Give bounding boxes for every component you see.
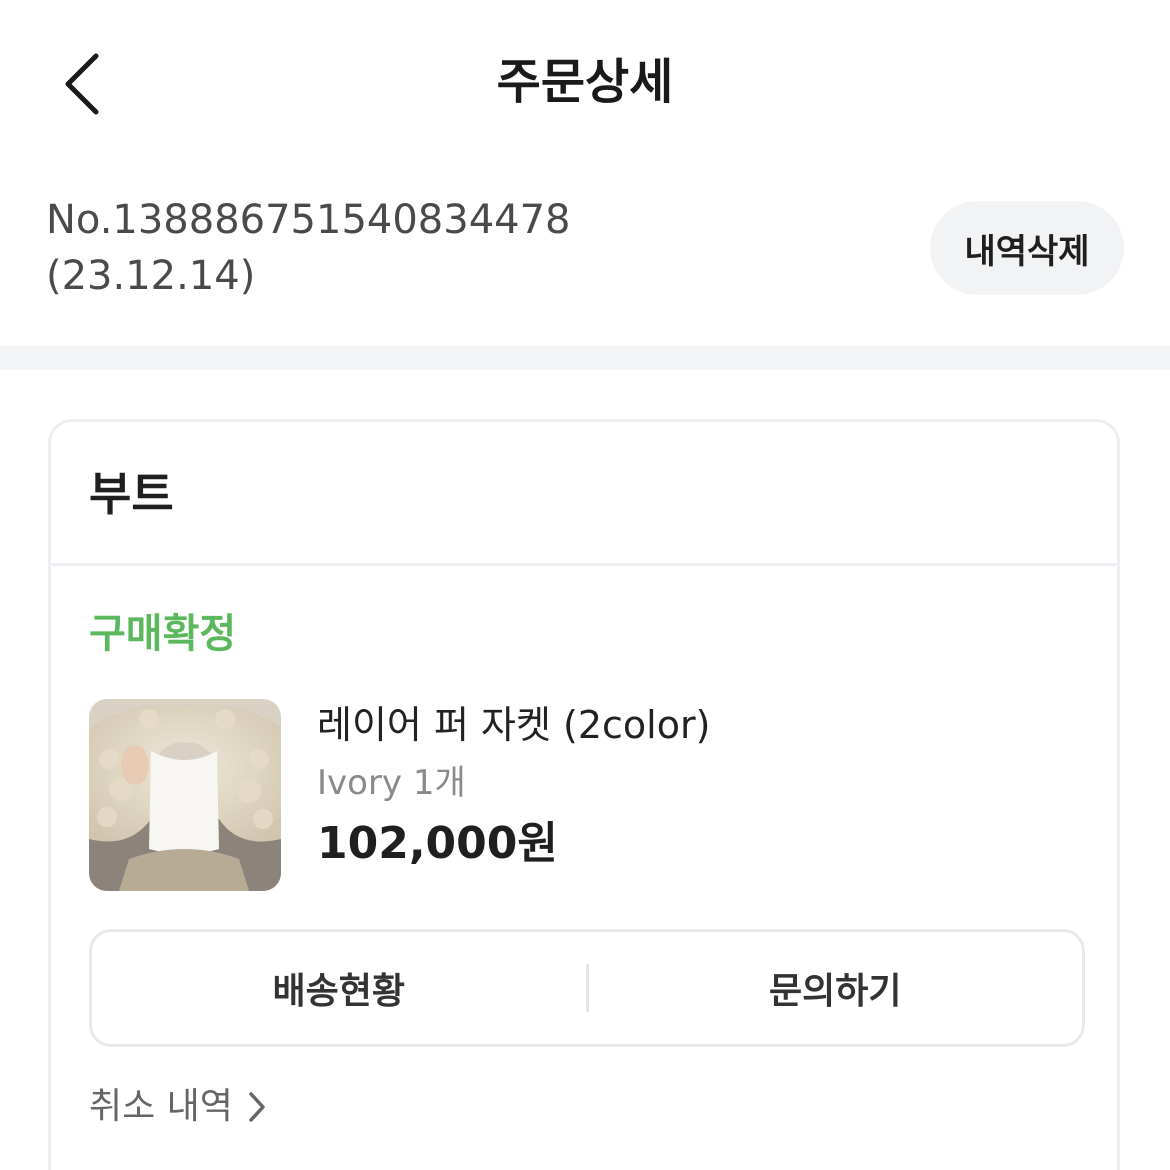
product-photo bbox=[89, 699, 281, 891]
shop-header: 부트 bbox=[51, 422, 1117, 566]
section-divider bbox=[0, 346, 1170, 370]
page-title: 주문상세 bbox=[496, 54, 674, 110]
product-price: 102,000원 bbox=[317, 818, 558, 869]
order-detail-page: 주문상세 No.13888675154083447​8 (23.12.14) 내… bbox=[0, 0, 1170, 1170]
order-info: No.13888675154083447​8 (23.12.14) bbox=[46, 192, 806, 304]
cancel-history-label: 취소 내역 bbox=[89, 1086, 233, 1127]
action-buttons: 배송현황 문의하기 bbox=[89, 929, 1085, 1047]
inquiry-button[interactable]: 문의하기 bbox=[589, 932, 1083, 1044]
product-option: Ivory 1개 bbox=[317, 763, 466, 803]
product-name[interactable]: 레이어 퍼 자켓 (2color) bbox=[317, 698, 710, 752]
order-card: 부트 구매확정 레이어 퍼 자켓 (2color) Ivory 1개 102,0… bbox=[48, 419, 1120, 1170]
chevron-right-icon bbox=[249, 1092, 265, 1122]
shop-name[interactable]: 부트 bbox=[89, 462, 174, 526]
order-status: 구매확정 bbox=[89, 611, 237, 657]
top-bar: 주문상세 bbox=[0, 0, 1170, 170]
delete-history-button[interactable]: 내역삭제 bbox=[930, 201, 1124, 295]
cancel-history-link[interactable]: 취소 내역 bbox=[89, 1082, 269, 1132]
order-number: No.13888675154083447​8 bbox=[46, 197, 571, 243]
order-date: (23.12.14) bbox=[46, 253, 256, 299]
shipping-status-button[interactable]: 배송현황 bbox=[92, 932, 586, 1044]
product-thumbnail[interactable] bbox=[89, 699, 281, 891]
